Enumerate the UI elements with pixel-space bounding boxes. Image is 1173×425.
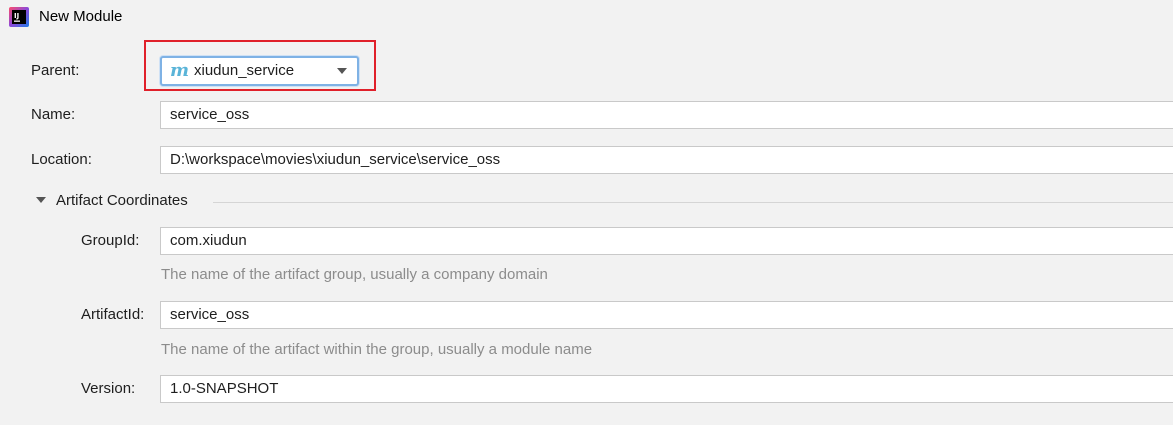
groupid-field[interactable]: com.xiudun xyxy=(160,227,1173,255)
window-title: New Module xyxy=(39,8,123,25)
intellij-idea-icon: IJ xyxy=(9,7,29,27)
version-field[interactable]: 1.0-SNAPSHOT xyxy=(160,375,1173,403)
collapse-toggle-icon[interactable] xyxy=(36,197,46,203)
new-module-dialog: IJ New Module Parent: m xiudun_service N… xyxy=(0,0,1173,425)
parent-dropdown[interactable]: m xiudun_service xyxy=(160,56,359,86)
artifactid-hint: The name of the artifact within the grou… xyxy=(161,341,593,358)
parent-label: Parent: xyxy=(31,62,80,79)
artifactid-field[interactable]: service_oss xyxy=(160,301,1173,329)
chevron-down-icon[interactable] xyxy=(337,68,347,74)
section-divider xyxy=(213,202,1173,203)
groupid-hint: The name of the artifact group, usually … xyxy=(161,266,548,283)
version-label: Version: xyxy=(81,380,136,397)
location-field[interactable]: D:\workspace\movies\xiudun_service\servi… xyxy=(160,146,1173,174)
artifactid-label: ArtifactId: xyxy=(81,306,145,323)
parent-selected-value: xiudun_service xyxy=(194,62,295,79)
artifact-coordinates-header[interactable]: Artifact Coordinates xyxy=(56,192,188,209)
name-label: Name: xyxy=(31,106,76,123)
groupid-label: GroupId: xyxy=(81,232,140,249)
svg-text:IJ: IJ xyxy=(14,12,19,20)
location-label: Location: xyxy=(31,151,92,168)
maven-module-icon: m xyxy=(170,60,190,81)
title-bar: IJ New Module xyxy=(0,0,1173,34)
name-field[interactable]: service_oss xyxy=(160,101,1173,129)
